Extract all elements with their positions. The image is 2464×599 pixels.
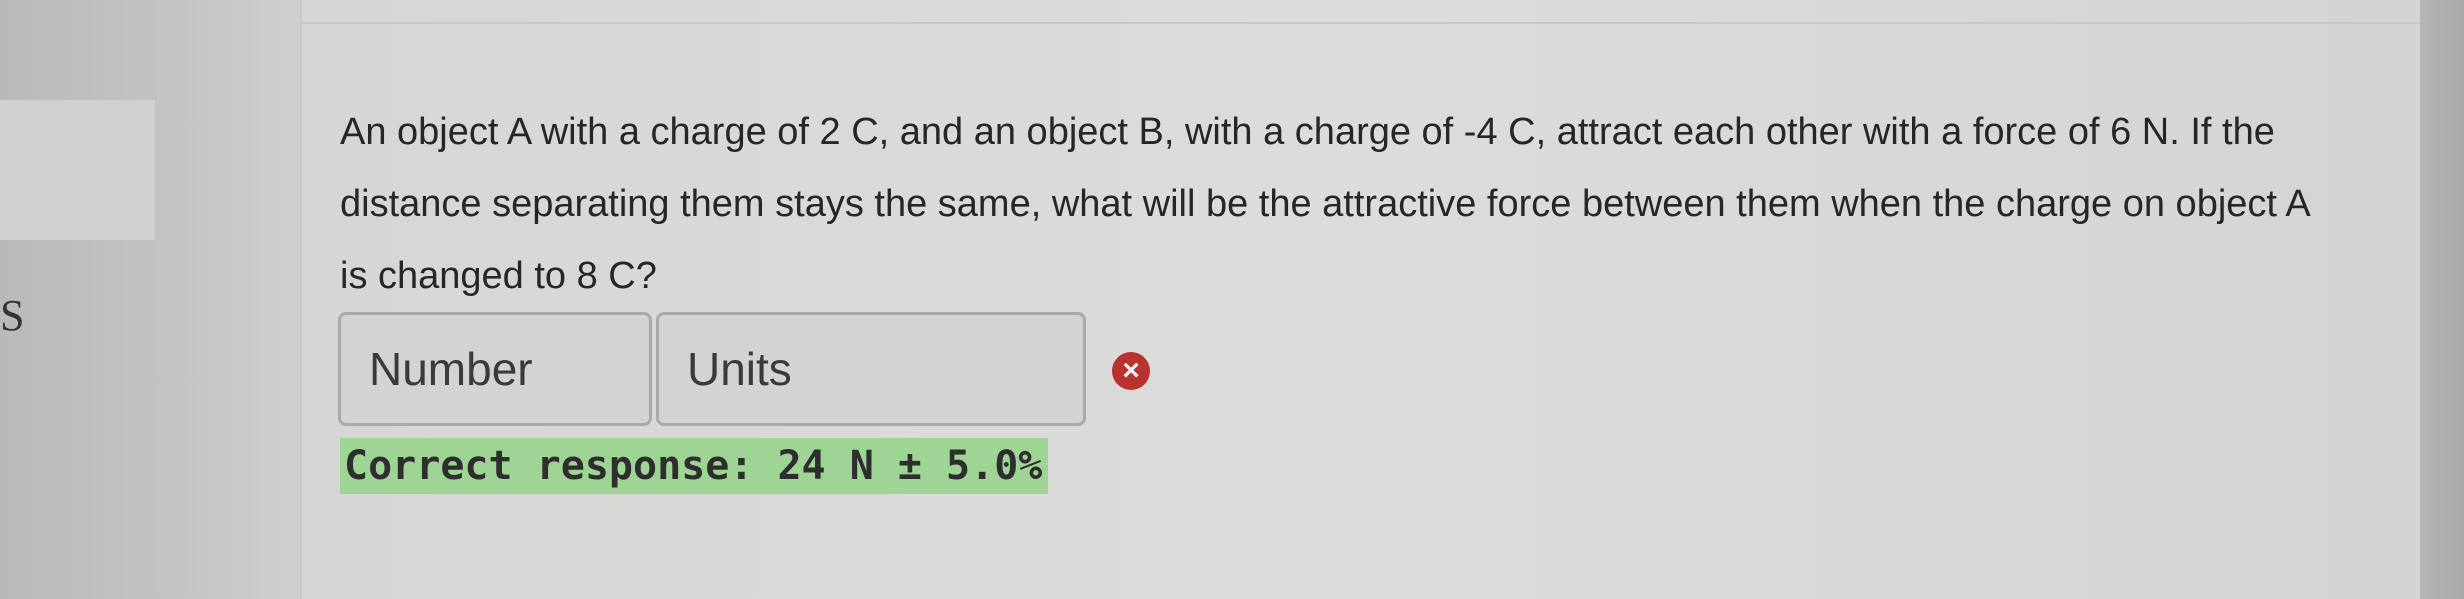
number-placeholder: Number — [369, 343, 533, 395]
question-text: An object A with a charge of 2 C, and an… — [340, 111, 2309, 297]
divider — [302, 22, 2422, 24]
right-edge — [2420, 0, 2464, 599]
partial-left-text: S — [0, 291, 25, 340]
number-input[interactable]: Number — [338, 312, 652, 426]
correct-response: Correct response: 24 N ± 5.0% — [340, 438, 1049, 494]
left-panel-highlight — [0, 100, 155, 240]
units-input[interactable]: Units — [656, 312, 1086, 426]
units-placeholder: Units — [687, 343, 792, 395]
x-circle-icon: × — [1112, 352, 1150, 390]
left-panel — [0, 0, 300, 599]
